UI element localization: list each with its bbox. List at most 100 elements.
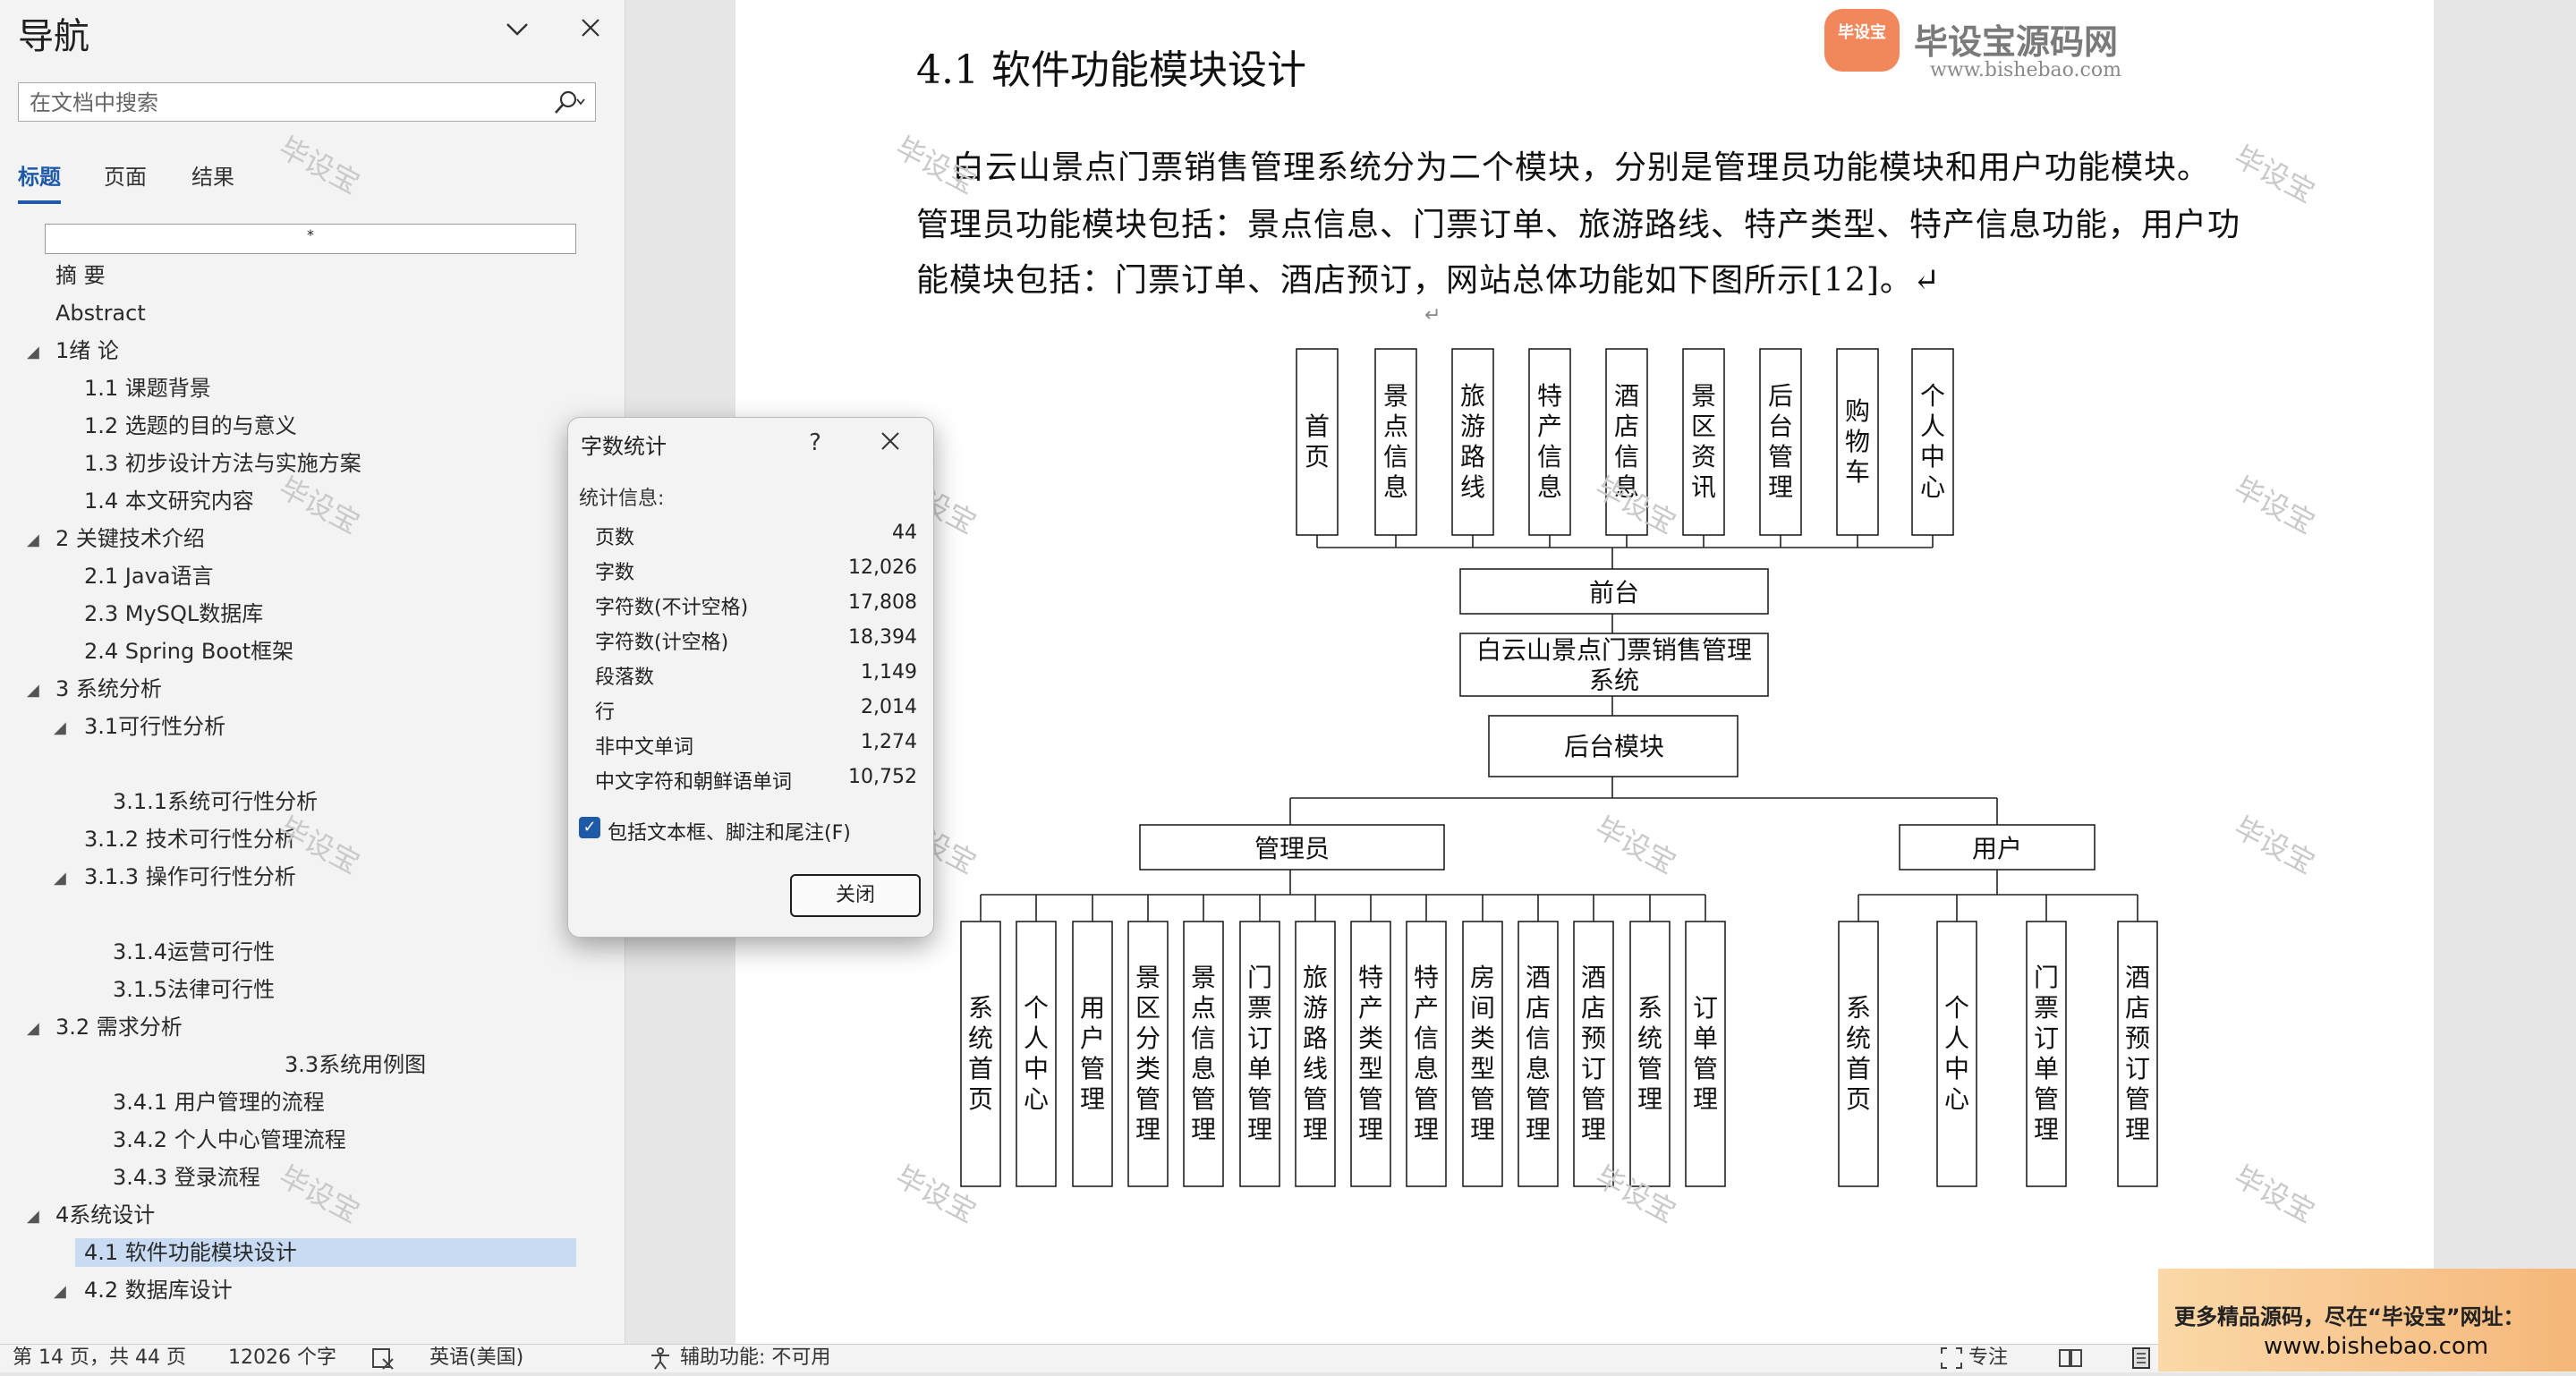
heading-item[interactable]: 3.2 需求分析 — [55, 1013, 183, 1041]
heading-item[interactable]: 3.1.5法律可行性 — [113, 975, 275, 1004]
heading-item[interactable]: 3.1.4运营可行性 — [113, 938, 275, 966]
heading-item[interactable]: 1.4 本文研究内容 — [84, 487, 254, 515]
heading-item[interactable]: 摘 要 — [55, 261, 106, 290]
stats-label: 统计信息: — [579, 488, 665, 510]
word-count-status[interactable]: 12026 个字 — [228, 1346, 336, 1370]
module-label: 个人中心 — [1920, 381, 1945, 502]
heading-item[interactable]: 3.3系统用例图 — [285, 1050, 426, 1079]
navigation-pane: 导航 标题 页面 结果 * 摘 要 Abstract ◢ 1绪 论 1.1 课题背景 1.… — [0, 0, 625, 1344]
heading-item[interactable]: 1.2 选题的目的与意义 — [84, 412, 297, 440]
search-icon[interactable] — [550, 89, 586, 117]
vertical-label: 酒店信息管理 — [1526, 963, 1551, 1144]
collapse-arrow-icon[interactable]: ◢ — [27, 1015, 39, 1043]
collapse-arrow-icon[interactable]: ◢ — [54, 864, 66, 893]
collapse-arrow-icon[interactable]: ◢ — [54, 1278, 66, 1306]
heading-item[interactable]: 3.1可行性分析 — [84, 712, 225, 741]
module-label: 景点信息 — [1383, 381, 1408, 502]
stat-row: 段落数 1,149 — [595, 661, 917, 695]
heading-item[interactable]: 3.4.2 个人中心管理流程 — [113, 1125, 346, 1154]
nav-close-icon[interactable] — [573, 13, 608, 48]
promo-banner[interactable]: 更多精品源码，尽在“毕设宝”网址： www.bishebao.com — [2158, 1269, 2576, 1372]
tab-pages[interactable]: 页面 — [104, 159, 147, 191]
vertical-label: 景区资讯 — [1691, 381, 1716, 502]
module-label: 景区资讯 — [1691, 381, 1716, 502]
module-label: 景区分类管理 — [1135, 963, 1160, 1144]
logo-name: 毕设宝源码网 — [1914, 22, 2119, 62]
heading-item[interactable]: 4系统设计 — [55, 1201, 155, 1229]
page-count-status[interactable]: 第 14 页，共 44 页 — [13, 1346, 186, 1370]
language-status[interactable]: 英语(美国) — [429, 1346, 523, 1370]
heading-item[interactable]: 1绪 论 — [55, 336, 119, 365]
heading-item[interactable]: 3.1.3 操作可行性分析 — [84, 862, 296, 891]
module-label: 用户管理 — [1080, 993, 1105, 1114]
stat-row: 中文字符和朝鲜语单词 10,752 — [595, 766, 917, 800]
heading-item[interactable]: 2.4 Spring Boot框架 — [84, 637, 293, 666]
tab-results[interactable]: 结果 — [191, 159, 234, 191]
module-label: 系统首页 — [1846, 993, 1871, 1114]
nav-search-box — [18, 82, 596, 122]
module-label: 个人中心 — [1944, 993, 1969, 1114]
collapse-arrow-icon[interactable]: ◢ — [27, 676, 39, 705]
promo-text: 更多精品源码，尽在“毕设宝”网址： — [2174, 1304, 2525, 1329]
stat-row: 字符数(计空格) 18,394 — [595, 626, 917, 660]
heading-item[interactable]: 2.1 Java语言 — [84, 562, 214, 590]
dialog-close-icon[interactable] — [872, 425, 908, 461]
diagram-label: 用户 — [1972, 834, 2022, 863]
heading-item[interactable]: 2.3 MySQL数据库 — [84, 599, 263, 628]
heading-item[interactable]: 3.1.1系统可行性分析 — [113, 787, 318, 816]
stat-name: 非中文单词 — [595, 736, 694, 759]
vertical-label: 首页 — [1305, 412, 1330, 471]
include-textboxes-label[interactable]: 包括文本框、脚注和尾注(F) — [608, 817, 851, 845]
stat-name: 字符数(不计空格) — [595, 597, 749, 619]
heading-item[interactable]: 3.4.3 登录流程 — [113, 1163, 260, 1192]
nav-options-chevron-icon[interactable] — [499, 13, 535, 48]
focus-icon[interactable] — [1940, 1346, 1963, 1376]
heading-item[interactable]: 1.1 课题背景 — [84, 374, 211, 403]
proofing-icon[interactable] — [370, 1346, 395, 1376]
logo-badge-icon: 毕设宝 — [1824, 9, 1900, 72]
empty-heading-item[interactable]: * — [45, 224, 576, 254]
module-label: 特产信息 — [1537, 381, 1562, 502]
heading-item[interactable]: 1.3 初步设计方法与实施方案 — [84, 449, 361, 478]
module-label: 旅游路线管理 — [1303, 963, 1328, 1144]
module-label: 系统首页 — [968, 993, 993, 1114]
close-button[interactable]: 关闭 — [790, 874, 921, 917]
stat-value: 10,752 — [848, 766, 917, 788]
collapse-arrow-icon[interactable]: ◢ — [27, 1202, 39, 1231]
heading-item[interactable]: 4.2 数据库设计 — [84, 1276, 233, 1304]
include-textboxes-checkbox[interactable]: ✓ — [579, 817, 600, 838]
watermark-text: 毕设宝 — [273, 1159, 366, 1230]
vertical-label: 门票订单管理 — [2034, 963, 2059, 1144]
watermark-text: 毕设宝 — [273, 130, 366, 201]
collapse-arrow-icon[interactable]: ◢ — [27, 338, 39, 367]
collapse-arrow-icon[interactable]: ◢ — [27, 526, 39, 555]
diagram-label: 前台 — [1589, 578, 1639, 607]
heading-item[interactable]: 3.1.2 技术可行性分析 — [84, 825, 296, 854]
read-mode-icon[interactable] — [2058, 1346, 2083, 1376]
heading-item[interactable]: 3.4.1 用户管理的流程 — [113, 1088, 325, 1117]
help-icon[interactable]: ? — [797, 425, 833, 461]
stat-row: 字数 12,026 — [595, 556, 917, 590]
vertical-label: 个人中心 — [1944, 993, 1969, 1114]
accessibility-icon[interactable] — [648, 1346, 673, 1376]
collapse-arrow-icon[interactable]: ◢ — [54, 714, 66, 743]
heading-item[interactable]: 4.1 软件功能模块设计 — [75, 1238, 576, 1267]
stat-row: 非中文单词 1,274 — [595, 731, 917, 765]
print-layout-icon[interactable] — [2130, 1346, 2153, 1376]
heading-item[interactable]: 2 关键技术介绍 — [55, 524, 205, 553]
tab-headings[interactable]: 标题 — [18, 159, 61, 204]
stat-value: 12,026 — [848, 556, 917, 579]
heading-item[interactable]: 3 系统分析 — [55, 675, 162, 703]
module-label: 景点信息管理 — [1191, 963, 1216, 1144]
heading-item[interactable]: Abstract — [55, 299, 146, 327]
focus-mode-label[interactable]: 专注 — [1968, 1346, 2008, 1370]
vertical-label: 后台管理 — [1768, 381, 1793, 502]
module-label: 个人中心 — [1024, 993, 1049, 1114]
promo-url[interactable]: www.bishebao.com — [2264, 1333, 2488, 1360]
stat-value: 2,014 — [861, 696, 917, 718]
stat-value: 17,808 — [848, 591, 917, 614]
accessibility-status[interactable]: 辅助功能: 不可用 — [680, 1346, 830, 1370]
nav-search-input[interactable] — [28, 87, 550, 119]
module-label: 订单管理 — [1693, 993, 1718, 1114]
word-count-dialog: 字数统计 ? 统计信息: 页数 44 字数 12,026 字符数(不计空格) 17,808… — [567, 417, 934, 938]
